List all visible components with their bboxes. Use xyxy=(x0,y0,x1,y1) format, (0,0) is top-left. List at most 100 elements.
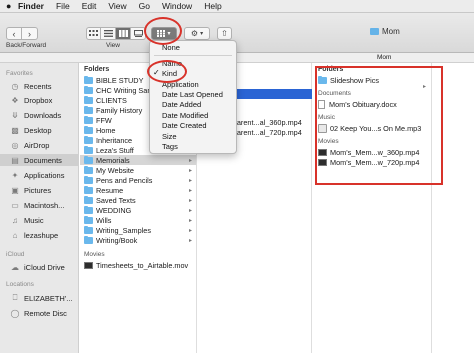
folder-name: Pens and Pencils xyxy=(96,175,153,185)
view-label: View xyxy=(106,42,120,49)
action-button[interactable]: ⚙ ▾ xyxy=(184,27,210,40)
sidebar-item-pictures[interactable]: ▣ Pictures xyxy=(10,184,51,196)
menu-item-date-modified[interactable]: Date Modified xyxy=(162,111,208,120)
menu-item-date-last-opened[interactable]: Date Last Opened xyxy=(162,90,223,99)
menu-edit[interactable]: Edit xyxy=(82,1,97,11)
computer-icon: ⎕ xyxy=(12,293,18,302)
folder-name: WEDDING xyxy=(96,205,132,215)
back-forward-label: Back/Forward xyxy=(6,42,47,49)
column-view-icon xyxy=(118,30,128,37)
folder-icon xyxy=(370,28,379,35)
folder-row[interactable]: WEDDING ▸ xyxy=(80,205,196,215)
sidebar-item-downloads[interactable]: ⤋ Downloads xyxy=(10,109,61,121)
folder-name: CLIENTS xyxy=(96,95,127,105)
menu-go[interactable]: Go xyxy=(139,1,150,11)
toolbar: ‹ › Back/Forward View ▾ ⚙ ▾ ⇧ Mom xyxy=(0,13,474,53)
chevron-right-icon: ▸ xyxy=(188,237,192,244)
column-header-movies: Movies xyxy=(84,251,105,258)
menu-finder[interactable]: Finder xyxy=(18,1,44,11)
file-row[interactable]: Parent...al_720p.mp4 xyxy=(232,128,302,137)
sidebar-item-label: Desktop xyxy=(24,125,52,135)
folder-row[interactable]: Resume ▸ xyxy=(80,185,196,195)
sidebar-item-label: Remote Disc xyxy=(24,308,67,318)
folder-icon xyxy=(84,135,93,144)
share-button[interactable]: ⇧ xyxy=(217,27,232,40)
chevron-right-icon: ▸ xyxy=(188,207,192,214)
folder-name: Writing/Book xyxy=(96,235,138,245)
folder-icon xyxy=(84,195,93,204)
chevron-right-icon: ▸ xyxy=(188,227,192,234)
folder-icon xyxy=(84,205,93,214)
annotation-circle xyxy=(147,60,187,83)
sidebar-item-macintosh[interactable]: ▭ Macintosh... xyxy=(10,199,64,211)
folder-row[interactable]: Pens and Pencils ▸ xyxy=(80,175,196,185)
sidebar-item-label: ELIZABETH'... xyxy=(24,293,73,303)
sidebar-item-music[interactable]: ♫ Music xyxy=(10,214,44,226)
sidebar-item-label: Downloads xyxy=(24,110,62,120)
folder-row[interactable]: Writing/Book ▸ xyxy=(80,235,196,245)
folder-icon xyxy=(84,75,93,84)
folder-row[interactable]: Saved Texts ▸ xyxy=(80,195,196,205)
menu-item-date-created[interactable]: Date Created xyxy=(162,121,207,130)
applications-icon: ✦ xyxy=(11,170,19,180)
menu-item-date-added[interactable]: Date Added xyxy=(162,100,201,109)
icon-view-icon xyxy=(89,30,98,36)
sidebar-item-documents[interactable]: ▤ Documents xyxy=(0,154,78,166)
sidebar-item-home[interactable]: ⌂ lezashupe xyxy=(10,229,59,241)
sidebar-item-label: lezashupe xyxy=(24,230,59,240)
file-row[interactable]: Parent...al_360p.mp4 xyxy=(232,118,302,127)
sidebar-section-favorites: Favorites xyxy=(6,70,33,77)
chevron-right-icon: ▸ xyxy=(188,187,192,194)
sidebar-item-label: Music xyxy=(24,215,44,225)
column-title-strip: Mom xyxy=(0,53,474,63)
folder-row[interactable]: Writing_Samples ▸ xyxy=(80,225,196,235)
sidebar-item-elizabeth[interactable]: ⎕ ELIZABETH'... xyxy=(10,292,73,304)
selected-folder-row[interactable] xyxy=(233,89,312,99)
menu-item-tags[interactable]: Tags xyxy=(162,142,178,151)
sidebar-item-airdrop[interactable]: ◎ AirDrop xyxy=(10,139,50,151)
sidebar-item-icloud-drive[interactable]: ☁ iCloud Drive xyxy=(10,261,65,273)
folder-icon xyxy=(84,235,93,244)
folder-icon xyxy=(84,125,93,134)
folder-name: Writing_Samples xyxy=(96,225,152,235)
sidebar-item-remote-disc[interactable]: ◯ Remote Disc xyxy=(10,307,67,319)
annotation-box xyxy=(315,66,443,185)
apple-menu-icon[interactable]: ● xyxy=(6,1,18,11)
chevron-right-icon: ▸ xyxy=(188,167,192,174)
menu-help[interactable]: Help xyxy=(204,1,221,11)
dropbox-icon: ❖ xyxy=(11,95,19,105)
forward-button[interactable]: › xyxy=(22,27,38,40)
window-title-text: Mom xyxy=(382,27,400,36)
icon-view-button[interactable] xyxy=(86,27,101,40)
movie-file-icon xyxy=(84,261,93,269)
chevron-down-icon: ▾ xyxy=(200,31,204,37)
sidebar-section-locations: Locations xyxy=(6,281,34,288)
folder-row[interactable]: My Website ▸ xyxy=(80,165,196,175)
sidebar-item-applications[interactable]: ✦ Applications xyxy=(10,169,65,181)
folder-name: Home xyxy=(96,125,116,135)
sidebar-item-desktop[interactable]: ▩ Desktop xyxy=(10,124,52,136)
folder-name: Resume xyxy=(96,185,124,195)
file-name: Timesheets_to_Airtable.mov xyxy=(96,260,189,270)
back-button[interactable]: ‹ xyxy=(6,27,22,40)
menu-window[interactable]: Window xyxy=(162,1,192,11)
list-view-button[interactable] xyxy=(101,27,116,40)
folder-icon xyxy=(84,165,93,174)
sidebar-item-dropbox[interactable]: ❖ Dropbox xyxy=(10,94,52,106)
sidebar-item-label: Recents xyxy=(24,81,52,91)
folder-icon xyxy=(84,85,93,94)
column-title: Mom xyxy=(377,54,392,61)
sidebar-item-label: iCloud Drive xyxy=(24,262,65,272)
sidebar-item-recents[interactable]: ◷ Recents xyxy=(10,80,52,92)
harddisk-icon: ▭ xyxy=(11,200,19,210)
file-row[interactable]: Timesheets_to_Airtable.mov xyxy=(80,260,196,270)
folder-icon xyxy=(84,95,93,104)
folder-row[interactable]: Wills ▸ xyxy=(80,215,196,225)
sidebar-item-label: Documents xyxy=(24,155,62,165)
menu-view[interactable]: View xyxy=(108,1,126,11)
folder-icon xyxy=(84,155,93,164)
menu-item-size[interactable]: Size xyxy=(162,132,177,141)
folder-row-selected[interactable]: Memorials ▸ xyxy=(80,155,196,165)
column-view-button[interactable] xyxy=(116,27,131,40)
menu-file[interactable]: File xyxy=(56,1,70,11)
